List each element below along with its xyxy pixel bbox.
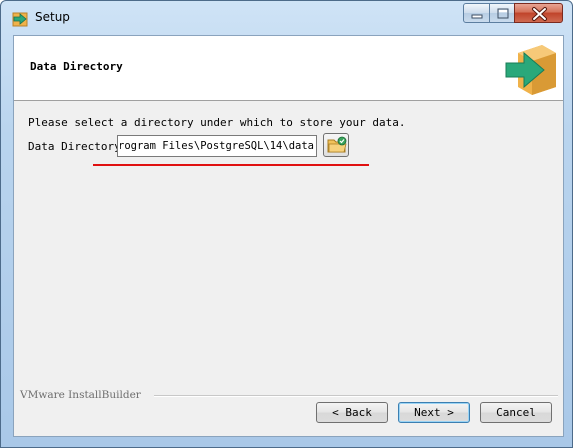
next-button[interactable]: Next > [398, 402, 470, 423]
installbuilder-brand: VMware InstallBuilder [20, 389, 141, 401]
minimize-button[interactable] [463, 3, 490, 23]
installer-box-arrow-icon [505, 45, 556, 95]
data-directory-input[interactable] [117, 135, 317, 157]
close-button[interactable] [514, 3, 563, 23]
minimize-icon [471, 14, 483, 19]
footer-divider [154, 395, 558, 397]
data-directory-label: Data Directory [28, 140, 121, 153]
page-header: Data Directory [14, 36, 563, 101]
cancel-button[interactable]: Cancel [480, 402, 552, 423]
maximize-icon [497, 8, 509, 19]
title-bar[interactable]: Setup [1, 1, 572, 35]
annotation-underline [93, 164, 369, 166]
dialog-client-area: Data Directory Please select a directory… [13, 35, 564, 437]
instruction-text: Please select a directory under which to… [28, 116, 406, 129]
browse-folder-button[interactable] [323, 133, 349, 157]
back-button[interactable]: < Back [316, 402, 388, 423]
maximize-button[interactable] [489, 3, 515, 23]
window-title: Setup [35, 10, 70, 24]
setup-app-icon [12, 12, 28, 27]
setup-window: Setup Data Directory Please select a dir… [0, 0, 573, 448]
folder-browse-icon [327, 136, 347, 153]
page-title: Data Directory [30, 60, 123, 73]
close-icon [532, 7, 547, 21]
